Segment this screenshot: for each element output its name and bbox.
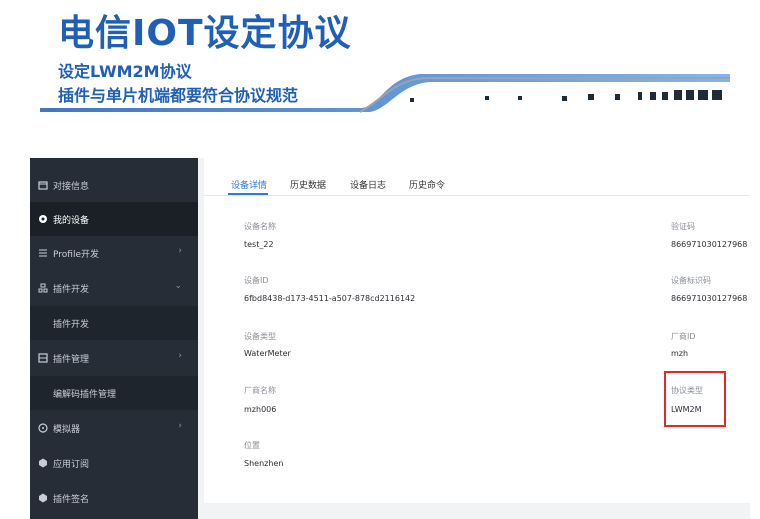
subscribe-icon (39, 458, 47, 468)
sidebar-item-label: 插件开发 (53, 285, 90, 295)
simulator-icon (38, 423, 48, 433)
decorative-banner (40, 74, 730, 113)
field-label-device-type: 设备类型 (244, 332, 276, 341)
sidebar-item-dock-info[interactable]: 对接信息 (30, 168, 198, 202)
chevron-right-icon: › (178, 246, 182, 256)
sidebar-item-label: Profile开发 (53, 250, 99, 260)
sidebar-item-label: 插件签名 (53, 495, 90, 505)
field-label-verify-code: 验证码 (671, 222, 695, 231)
field-label-manufacturer-id: 厂商ID (671, 332, 696, 341)
tabs-divider (204, 195, 750, 196)
sidebar-item-label: 编解码插件管理 (53, 390, 117, 400)
tab-history-data[interactable]: 历史数据 (290, 178, 326, 191)
field-value-manufacturer-name: mzh006 (244, 405, 277, 414)
tab-history-command[interactable]: 历史命令 (409, 178, 445, 191)
page-title: 电信IOT设定协议 (58, 13, 352, 54)
field-value-verify-code: 866971030127968 (671, 240, 748, 249)
device-detail-card: 设备详情 历史数据 设备日志 历史命令 设备名称 test_22 验证码 866… (204, 158, 750, 503)
field-value-device-identifier: 866971030127968 (671, 294, 748, 303)
sidebar-item-plugin-dev[interactable]: 插件开发 ⌄ (30, 271, 198, 305)
chevron-down-icon: ⌄ (174, 281, 182, 291)
device-icon (39, 215, 47, 223)
main-content: 设备详情 历史数据 设备日志 历史命令 设备名称 test_22 验证码 866… (198, 158, 750, 519)
field-value-location: Shenzhen (244, 459, 284, 468)
field-label-location: 位置 (244, 441, 260, 450)
field-value-manufacturer-id: mzh (671, 349, 689, 358)
field-label-manufacturer-name: 厂商名称 (244, 386, 276, 395)
chevron-right-icon: › (178, 351, 182, 361)
plugin-icon (38, 283, 48, 293)
tab-device-log[interactable]: 设备日志 (350, 178, 386, 191)
sidebar-item-label: 插件开发 (53, 320, 90, 330)
sidebar-item-simulator[interactable]: 模拟器 › (30, 411, 198, 445)
field-value-device-type: WaterMeter (244, 349, 291, 358)
list-icon (39, 249, 47, 257)
field-label-device-id: 设备ID (244, 276, 269, 285)
field-label-device-identifier: 设备标识码 (671, 276, 711, 285)
app-screenshot: 对接信息 我的设备 Profile开发 › 插件开发 ⌄ 插件开发 插件管理 ›… (30, 158, 750, 519)
sidebar: 对接信息 我的设备 Profile开发 › 插件开发 ⌄ 插件开发 插件管理 ›… (30, 158, 198, 519)
field-value-device-name: test_22 (244, 240, 274, 249)
active-tab-indicator (228, 193, 268, 195)
sidebar-item-profile-dev[interactable]: Profile开发 › (30, 236, 198, 270)
dock-icon (38, 181, 48, 190)
sidebar-item-plugin-sign[interactable]: 插件签名 (30, 481, 198, 515)
sidebar-item-label: 应用订阅 (53, 460, 90, 470)
sidebar-item-my-devices[interactable]: 我的设备 (30, 202, 198, 236)
sign-icon (39, 493, 47, 503)
sidebar-item-label: 模拟器 (53, 425, 81, 435)
sidebar-subitem-codec-plugin-manage[interactable]: 编解码插件管理 (30, 376, 198, 410)
sidebar-item-label: 对接信息 (53, 182, 90, 192)
sidebar-item-plugin-manage[interactable]: 插件管理 › (30, 341, 198, 375)
sidebar-item-app-subscribe[interactable]: 应用订阅 (30, 446, 198, 480)
manage-icon (38, 353, 48, 363)
sidebar-subitem-plugin-dev[interactable]: 插件开发 (30, 306, 198, 340)
field-label-device-name: 设备名称 (244, 222, 276, 231)
protocol-type-highlight-box (664, 371, 726, 427)
field-value-device-id: 6fbd8438-d173-4511-a507-878cd2116142 (244, 294, 416, 303)
sidebar-item-label: 我的设备 (53, 216, 90, 226)
chevron-right-icon: › (178, 421, 182, 431)
sidebar-item-label: 插件管理 (53, 355, 90, 365)
tab-device-detail[interactable]: 设备详情 (231, 178, 267, 191)
